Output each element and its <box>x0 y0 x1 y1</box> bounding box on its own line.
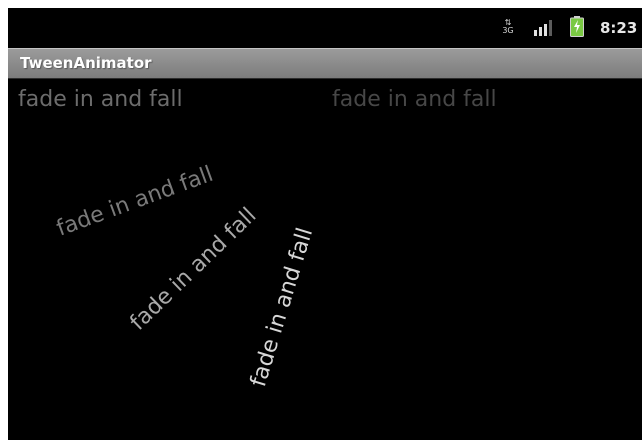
animated-label-5: fade in and fall <box>246 224 319 390</box>
animated-label-4: fade in and fall <box>125 203 262 336</box>
status-clock: 8:23 <box>600 19 638 37</box>
network-type-icon: ⇅ 3G <box>500 19 516 37</box>
animation-canvas: fade in and fall fade in and fall fade i… <box>8 79 642 440</box>
status-bar: ⇅ 3G 8:23 <box>8 8 642 48</box>
network-type-label: 3G <box>502 26 514 35</box>
app-title-bar: TweenAnimator <box>8 48 642 79</box>
signal-icon <box>534 20 552 36</box>
battery-charging-icon <box>570 16 584 37</box>
animated-label-3: fade in and fall <box>53 161 217 242</box>
device-screen: ⇅ 3G 8:23 TweenAnimator fade in and fall… <box>8 8 642 440</box>
animated-label-2: fade in and fall <box>332 87 497 112</box>
animated-label-1: fade in and fall <box>18 87 183 112</box>
app-title: TweenAnimator <box>20 54 152 72</box>
